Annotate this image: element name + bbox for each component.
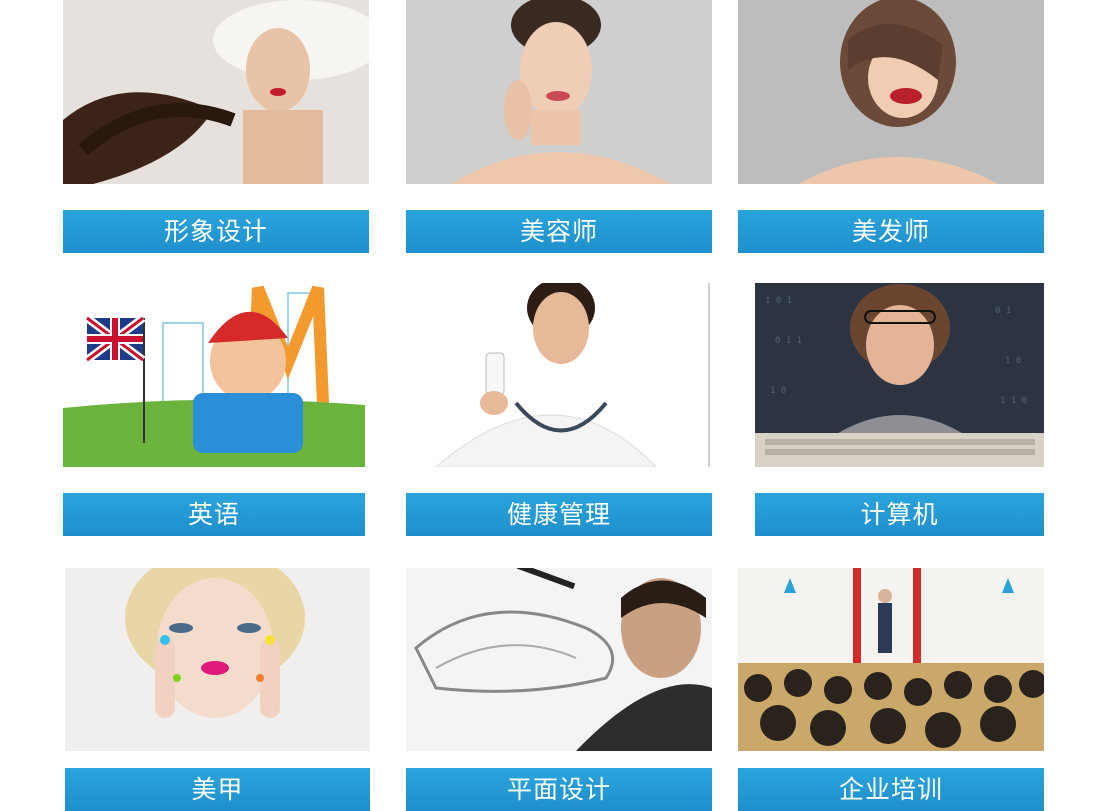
course-card-image-design[interactable]: 形象设计 bbox=[63, 0, 369, 253]
course-thumbnail[interactable]: 1 0 1 0 1 0 1 1 1 0 1 0 1 1 0 bbox=[755, 283, 1044, 467]
course-card-nail-art[interactable]: 美甲 bbox=[65, 568, 370, 811]
course-label[interactable]: 平面设计 bbox=[406, 768, 712, 811]
woman-bob-hair-photo bbox=[738, 0, 1044, 184]
course-thumbnail[interactable] bbox=[406, 283, 712, 467]
course-label[interactable]: 计算机 bbox=[755, 493, 1044, 536]
course-label[interactable]: 美甲 bbox=[65, 768, 370, 811]
boy-typing-photo: 1 0 1 0 1 0 1 1 1 0 1 0 1 1 0 bbox=[755, 283, 1044, 467]
svg-text:0 1 1: 0 1 1 bbox=[775, 336, 802, 346]
woman-hat-photo bbox=[63, 0, 369, 184]
course-thumbnail[interactable] bbox=[65, 568, 370, 751]
course-label[interactable]: 美发师 bbox=[738, 210, 1044, 253]
course-label[interactable]: 英语 bbox=[63, 493, 365, 536]
woman-skincare-photo bbox=[406, 0, 712, 184]
course-card-graphic-design[interactable]: 平面设计 bbox=[406, 568, 712, 811]
svg-text:1 1 0: 1 1 0 bbox=[1000, 396, 1027, 406]
doctor-photo bbox=[406, 283, 712, 467]
course-label[interactable]: 健康管理 bbox=[406, 493, 712, 536]
course-card-computer[interactable]: 1 0 1 0 1 0 1 1 1 0 1 0 1 1 0 计算机 bbox=[755, 283, 1044, 536]
svg-text:1 0: 1 0 bbox=[1005, 356, 1021, 366]
course-card-beautician[interactable]: 美容师 bbox=[406, 0, 712, 253]
course-thumbnail[interactable] bbox=[406, 0, 712, 184]
course-thumbnail[interactable] bbox=[738, 568, 1044, 751]
svg-text:0 1: 0 1 bbox=[995, 306, 1011, 316]
course-thumbnail[interactable] bbox=[63, 0, 369, 184]
course-thumbnail[interactable] bbox=[406, 568, 712, 751]
course-label[interactable]: 形象设计 bbox=[63, 210, 369, 253]
boy-uk-flag-photo bbox=[63, 283, 365, 467]
svg-text:1 0: 1 0 bbox=[770, 386, 786, 396]
man-sketching-photo bbox=[406, 568, 712, 751]
course-grid: 形象设计 美容师 美发师 英语 健康管理 1 0 1 0 1 0 1 1 1 0… bbox=[0, 0, 1108, 811]
course-thumbnail[interactable] bbox=[63, 283, 365, 467]
course-label[interactable]: 企业培训 bbox=[738, 768, 1044, 811]
woman-nails-photo bbox=[65, 568, 370, 751]
course-card-english[interactable]: 英语 bbox=[63, 283, 365, 536]
course-card-health-management[interactable]: 健康管理 bbox=[406, 283, 712, 536]
course-label[interactable]: 美容师 bbox=[406, 210, 712, 253]
svg-text:1 0 1: 1 0 1 bbox=[765, 296, 792, 306]
course-card-hairdresser[interactable]: 美发师 bbox=[738, 0, 1044, 253]
course-card-corporate-training[interactable]: 企业培训 bbox=[738, 568, 1044, 811]
course-thumbnail[interactable] bbox=[738, 0, 1044, 184]
conference-photo bbox=[738, 568, 1044, 751]
